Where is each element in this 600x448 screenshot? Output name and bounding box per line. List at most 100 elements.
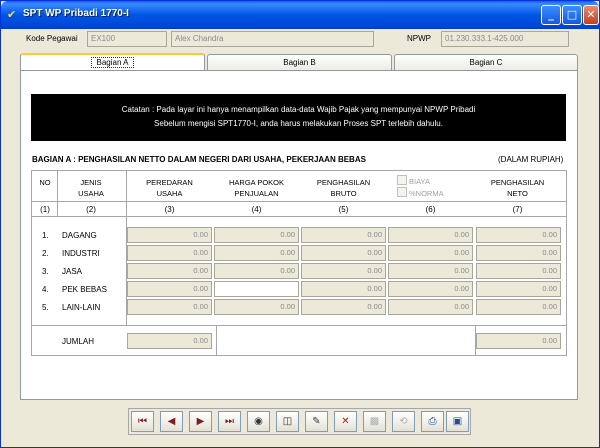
biaya-input[interactable]: 0.00 xyxy=(388,227,473,243)
neto-input[interactable]: 0.00 xyxy=(476,281,561,297)
employee-name-field[interactable]: Alex Chandra xyxy=(171,31,374,47)
row-number: 3. xyxy=(42,267,49,276)
row-number: 1. xyxy=(42,231,49,240)
tab-bagian-b[interactable]: Bagian B xyxy=(207,54,392,70)
bruto-input[interactable]: 0.00 xyxy=(301,281,386,297)
header-harga-pokok: HARGA POKOK PENJUALAN xyxy=(214,177,299,199)
app-icon: ✔ xyxy=(7,8,17,21)
window-title: SPT WP Pribadi 1770-I xyxy=(23,8,129,19)
header-penghasilan-neto: PENGHASILAN NETO xyxy=(475,177,560,199)
norma-label: %NORMA xyxy=(409,189,444,198)
peredaran-input[interactable]: 0.00 xyxy=(127,299,212,315)
table-divider xyxy=(32,201,566,202)
row-name: LAIN-LAIN xyxy=(62,303,101,312)
row-name: JASA xyxy=(62,267,83,276)
hpp-input[interactable]: 0.00 xyxy=(214,263,299,279)
hpp-input[interactable]: 0.00 xyxy=(214,245,299,261)
total-label: JUMLAH xyxy=(62,337,95,346)
npwp-label: NPWP xyxy=(407,34,431,43)
tab-bagian-b-label: Bagian B xyxy=(283,58,316,67)
neto-input[interactable]: 0.00 xyxy=(476,245,561,261)
total-peredaran-field[interactable]: 0.00 xyxy=(127,333,212,349)
header-bruto-line2: BRUTO xyxy=(330,189,357,198)
header-hpp-line1: HARGA POKOK xyxy=(228,178,285,187)
col-number: (3) xyxy=(164,205,175,214)
save-icon[interactable]: ▩ xyxy=(363,411,386,432)
delete-icon[interactable]: ✕ xyxy=(334,411,357,432)
close-button[interactable]: ✕ xyxy=(583,5,599,25)
header-peredaran-line1: PEREDARAN xyxy=(146,178,193,187)
neto-input[interactable]: 0.00 xyxy=(476,227,561,243)
bruto-input[interactable]: 0.00 xyxy=(301,299,386,315)
total-neto-field[interactable]: 0.00 xyxy=(476,333,561,349)
print-icon[interactable]: ⎙ xyxy=(421,411,444,432)
next-record-icon[interactable]: ▶ xyxy=(189,411,212,432)
biaya-input[interactable]: 0.00 xyxy=(388,281,473,297)
note-line-1: Catatan : Pada layar ini hanya menampilk… xyxy=(121,105,476,114)
undo-icon[interactable]: ⟲ xyxy=(392,411,415,432)
header-jenis-line1: JENIS xyxy=(80,178,102,187)
previous-record-icon[interactable]: ◀ xyxy=(160,411,183,432)
minimize-button[interactable]: _ xyxy=(541,5,561,25)
section-title: BAGIAN A : PENGHASILAN NETTO DALAM NEGER… xyxy=(32,155,366,164)
peredaran-input[interactable]: 0.00 xyxy=(127,245,212,261)
header-neto-line1: PENGHASILAN xyxy=(490,178,545,187)
biaya-label: BIAYA xyxy=(409,177,430,186)
maximize-button[interactable]: □ xyxy=(562,5,582,25)
header-peredaran-line2: USAHA xyxy=(156,189,183,198)
title-bar[interactable]: ✔ SPT WP Pribadi 1770-I _ □ ✕ xyxy=(1,1,599,29)
header-neto-line2: NETO xyxy=(507,189,528,198)
edit-document-icon[interactable]: ✎ xyxy=(305,411,328,432)
col-number: (6) xyxy=(425,205,436,214)
kode-pegawai-field[interactable]: EX100 xyxy=(87,31,167,47)
section-unit: (DALAM RUPIAH) xyxy=(498,155,564,164)
hpp-input[interactable]: 0.00 xyxy=(214,227,299,243)
header-no: NO xyxy=(39,178,51,187)
header-hpp-line2: PENJUALAN xyxy=(234,189,279,198)
tab-bagian-c[interactable]: Bagian C xyxy=(394,54,578,70)
tab-bagian-a-label: Bagian A xyxy=(91,57,134,68)
find-binoculars-icon[interactable]: ◉ xyxy=(247,411,270,432)
npwp-field[interactable]: 01.230.333.1-425.000 xyxy=(441,31,569,47)
header-jenis-usaha: JENIS USAHA xyxy=(57,177,125,199)
hpp-input[interactable] xyxy=(214,281,299,297)
table-divider xyxy=(216,325,217,355)
peredaran-input[interactable]: 0.00 xyxy=(127,263,212,279)
tab-bagian-c-label: Bagian C xyxy=(469,58,503,67)
hpp-input[interactable]: 0.00 xyxy=(214,299,299,315)
biaya-input[interactable]: 0.00 xyxy=(388,263,473,279)
norma-checkbox[interactable]: %NORMA xyxy=(397,187,444,198)
neto-input[interactable]: 0.00 xyxy=(476,299,561,315)
info-note: Catatan : Pada layar ini hanya menampilk… xyxy=(31,94,566,141)
row-number: 2. xyxy=(42,249,49,258)
col-number: (5) xyxy=(338,205,349,214)
last-record-icon[interactable]: ⏭ xyxy=(218,411,241,432)
biaya-input[interactable]: 0.00 xyxy=(388,299,473,315)
peredaran-input[interactable]: 0.00 xyxy=(127,227,212,243)
bruto-input[interactable]: 0.00 xyxy=(301,227,386,243)
bruto-input[interactable]: 0.00 xyxy=(301,263,386,279)
note-line-2: Sebelum mengisi SPT1770-I, anda harus me… xyxy=(154,119,443,128)
checkbox-icon xyxy=(397,187,407,197)
kode-pegawai-label: Kode Pegawai xyxy=(26,34,78,43)
biaya-input[interactable]: 0.00 xyxy=(388,245,473,261)
table-divider xyxy=(32,325,566,326)
row-name: INDUSTRI xyxy=(62,249,100,258)
header-bruto-line1: PENGHASILAN xyxy=(316,178,371,187)
row-name: PEK BEBAS xyxy=(62,285,107,294)
row-number: 5. xyxy=(42,303,49,312)
biaya-checkbox[interactable]: BIAYA xyxy=(397,175,430,186)
row-name: DAGANG xyxy=(62,231,97,240)
table-divider xyxy=(32,216,566,217)
new-document-icon[interactable]: ◫ xyxy=(276,411,299,432)
row-number: 4. xyxy=(42,285,49,294)
bruto-input[interactable]: 0.00 xyxy=(301,245,386,261)
peredaran-input[interactable]: 0.00 xyxy=(127,281,212,297)
neto-input[interactable]: 0.00 xyxy=(476,263,561,279)
checkbox-icon xyxy=(397,175,407,185)
first-record-icon[interactable]: ⏮ xyxy=(131,411,154,432)
col-number: (2) xyxy=(86,205,96,214)
tab-bagian-a[interactable]: Bagian A xyxy=(20,53,205,71)
col-number: (4) xyxy=(251,205,262,214)
exit-icon[interactable]: ▣ xyxy=(446,411,469,432)
